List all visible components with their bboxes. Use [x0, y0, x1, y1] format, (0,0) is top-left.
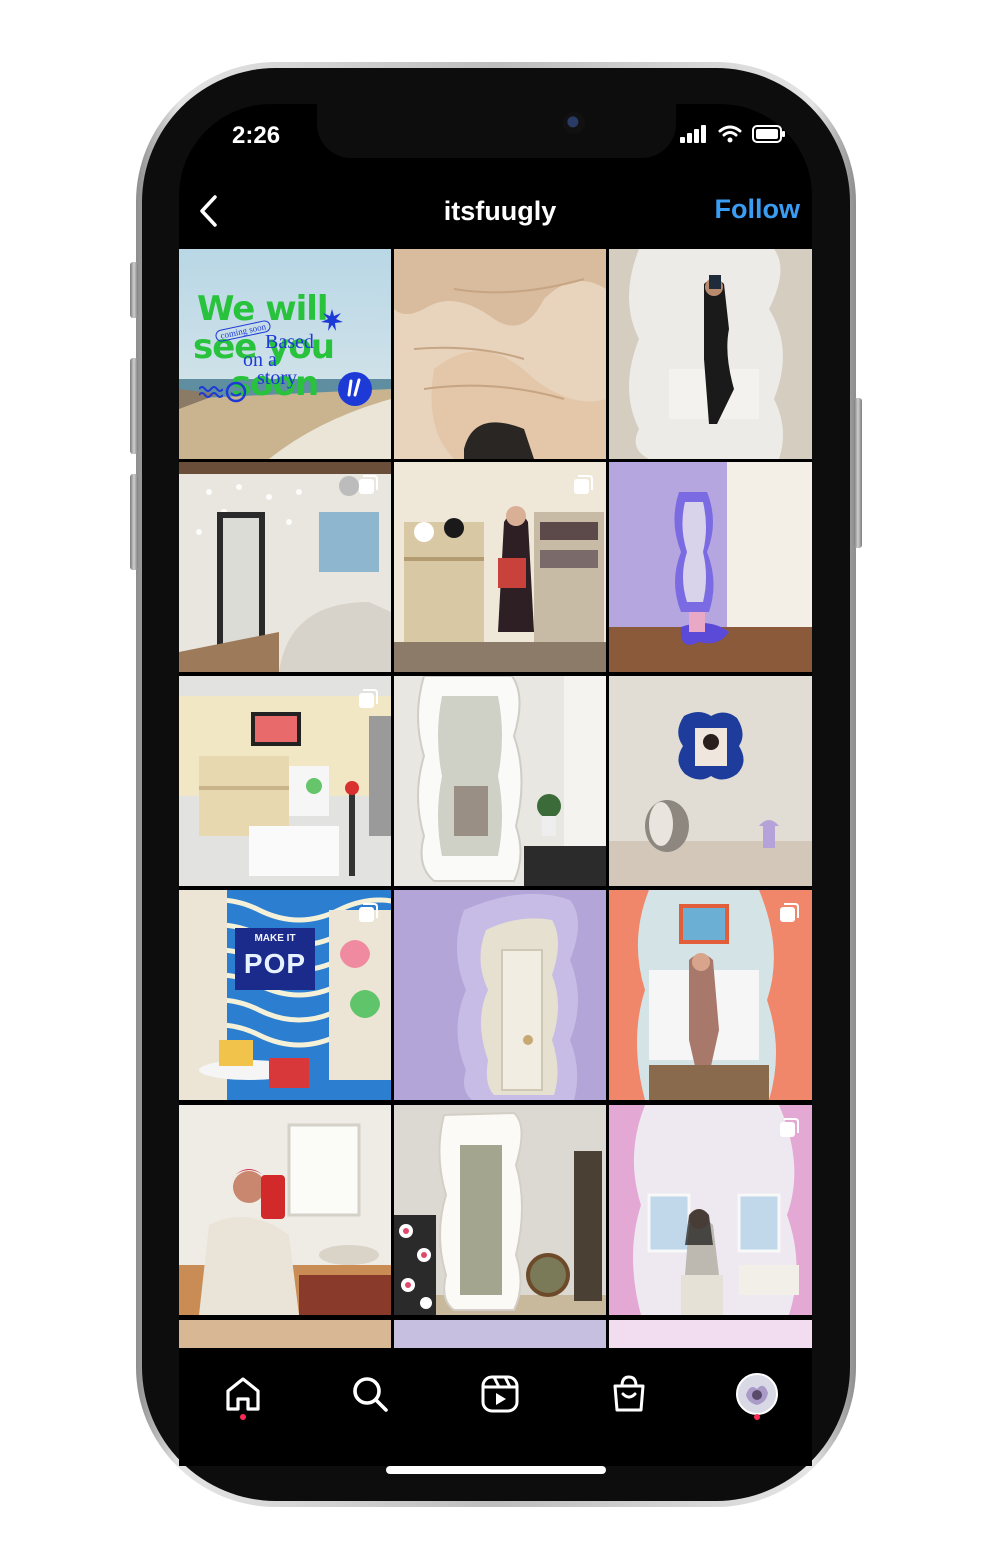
post-wood-wavy-closeup[interactable]	[394, 249, 606, 459]
status-icons	[680, 125, 786, 143]
power-button	[854, 398, 862, 548]
post-partial-row-1[interactable]	[179, 1320, 391, 1349]
blue-frame-image	[609, 676, 812, 886]
nav-profile[interactable]	[733, 1370, 781, 1418]
search-icon	[353, 1377, 388, 1412]
carousel-icon	[359, 903, 378, 922]
status-time: 2:26	[232, 122, 281, 149]
post-lavender-room-mirror[interactable]	[609, 462, 812, 672]
pop-sign-line1: MAKE IT	[254, 933, 296, 944]
pop-sign-line2: POP	[243, 948, 307, 979]
volume-down-button	[130, 474, 138, 570]
battery-icon	[752, 125, 785, 143]
post-grid: We will see you soon coming soon Based o…	[179, 249, 812, 1349]
mute-switch	[130, 262, 138, 318]
signal-icon	[680, 125, 706, 143]
reels-icon	[481, 1375, 519, 1413]
bottom-nav	[179, 1348, 812, 1466]
notch	[317, 104, 676, 158]
carousel-icon	[359, 475, 378, 494]
red-hair-selfie-image	[179, 1105, 391, 1315]
post-orange-wavy-mirror[interactable]	[609, 890, 812, 1100]
profile-avatar	[736, 1373, 778, 1415]
home-indicator[interactable]	[386, 1466, 606, 1474]
white-mirror-flowers-image	[394, 1105, 606, 1315]
post-store-shelves[interactable]	[394, 462, 606, 672]
overlay-line3: story	[257, 367, 297, 389]
back-icon[interactable]	[193, 193, 229, 229]
post-popup-shop[interactable]	[179, 676, 391, 886]
white-mirror-image	[394, 676, 606, 886]
carousel-icon	[780, 1118, 799, 1137]
post-coming-soon-beach[interactable]: We will see you soon coming soon Based o…	[179, 249, 391, 459]
peace-hand-sticker	[338, 372, 372, 406]
lavender-mirror-image	[394, 890, 606, 1100]
wood-image	[394, 249, 606, 459]
smiley-icon	[225, 381, 247, 403]
profile-username: itsfuugly	[443, 196, 557, 226]
nav-home[interactable]	[219, 1370, 267, 1418]
home-notification-dot	[240, 1414, 246, 1420]
nav-reels[interactable]	[476, 1370, 524, 1418]
post-white-mirror-flowers[interactable]	[394, 1105, 606, 1315]
post-blue-wavy-frame[interactable]	[609, 676, 812, 886]
post-checkered-mirror-room[interactable]	[179, 462, 391, 672]
post-lavender-wavy-mirror[interactable]	[394, 890, 606, 1100]
post-wavy-mirror-selfie[interactable]	[609, 249, 812, 459]
wave-icon	[199, 386, 223, 398]
volume-up-button	[130, 358, 138, 454]
home-icon	[226, 1377, 260, 1411]
post-pink-mirror-selfie[interactable]	[609, 1105, 812, 1315]
nav-search[interactable]	[346, 1370, 394, 1418]
post-partial-row-2[interactable]	[394, 1320, 606, 1349]
follow-button[interactable]: Follow	[700, 194, 800, 225]
lavender-room-image	[609, 462, 812, 672]
mirror-selfie-image	[609, 249, 812, 459]
post-white-wavy-mirror[interactable]	[394, 676, 606, 886]
front-camera	[563, 112, 585, 134]
post-partial-row-3[interactable]	[609, 1320, 812, 1349]
post-red-hair-selfie[interactable]	[179, 1105, 391, 1315]
carousel-icon	[359, 689, 378, 708]
carousel-icon	[780, 903, 799, 922]
starburst-icon	[321, 309, 343, 331]
profile-notification-dot	[754, 1414, 760, 1420]
post-make-it-pop-wall[interactable]: MAKE IT POP	[179, 890, 391, 1100]
nav-shop[interactable]	[605, 1370, 653, 1418]
shop-icon	[613, 1375, 645, 1412]
carousel-icon	[574, 475, 593, 494]
wifi-icon	[718, 125, 742, 143]
